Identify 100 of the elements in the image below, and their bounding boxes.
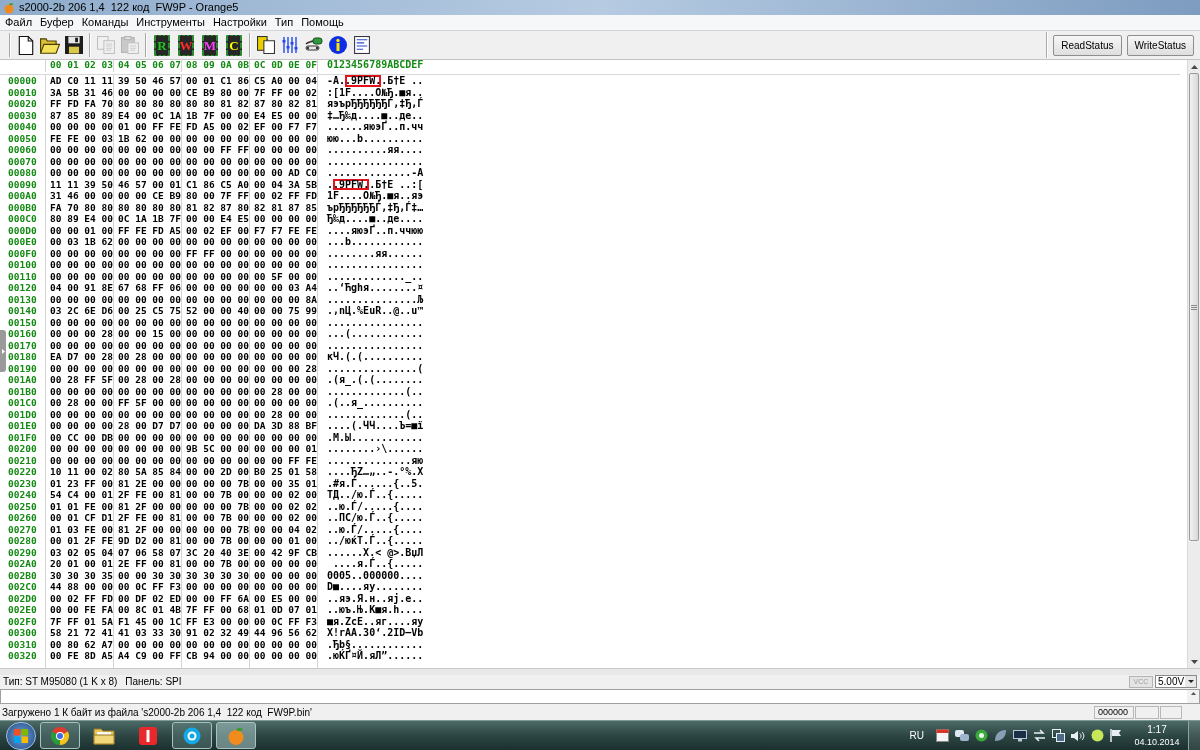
four-pane-flag-icon — [14, 728, 28, 743]
menu-item[interactable]: Тип — [270, 17, 298, 28]
hex-bytes: 03 02 05 04 — [50, 546, 113, 558]
hex-bytes: 00 00 00 00 — [254, 569, 317, 581]
hex-bytes: 67 68 FF 06 — [118, 282, 181, 293]
hex-bytes: 00 00 7B 00 — [186, 558, 249, 569]
menu-item[interactable]: Помощь — [297, 17, 348, 28]
document-lines-icon — [354, 36, 370, 54]
hex-bytes: 00 00 00 00 — [186, 638, 249, 650]
hex-bytes: FD A5 00 02 — [186, 121, 249, 132]
hex-bytes: FF FE FD A5 — [118, 224, 181, 236]
menu-item[interactable]: Буфер — [36, 17, 78, 28]
column-header: 0C 0D 0E 0F — [254, 59, 317, 70]
hex-bytes: 00 00 02 00 — [254, 512, 317, 523]
ascii-text: .Б†Е ..:[ — [369, 178, 424, 190]
caret-down-icon — [1187, 680, 1194, 683]
hex-bytes: 46 57 00 01 — [118, 178, 181, 190]
hex-bytes: 87 85 80 89 — [50, 109, 113, 121]
chip-and-page-icon — [257, 36, 275, 54]
hex-bytes: 00 00 00 00 — [118, 454, 181, 466]
hex-bytes: 00 00 E4 E5 — [186, 213, 249, 224]
hex-bytes: 9B 5C 00 00 — [186, 443, 249, 454]
hex-bytes: 03 2C 6E D6 — [50, 305, 113, 316]
hex-bytes: 00 00 00 00 — [254, 213, 317, 224]
hex-bytes: 00 00 00 00 — [118, 259, 181, 270]
hex-bytes: 00 00 00 00 — [254, 339, 317, 351]
hex-bytes: 00 00 00 00 — [186, 167, 249, 178]
hex-bytes: 00 00 00 00 — [50, 408, 113, 420]
info-button[interactable] — [326, 33, 350, 57]
language-indicator[interactable]: RU — [909, 730, 924, 741]
hex-bytes: 00 00 00 00 — [118, 293, 181, 305]
address-text: 00070 — [8, 155, 37, 167]
splitter-handle[interactable] — [0, 330, 6, 372]
chip-button[interactable]: C — [226, 34, 242, 56]
hex-bytes: 39 50 46 57 — [118, 75, 181, 86]
fruit-icon — [3, 1, 15, 14]
address-text: 002D0 — [8, 592, 37, 604]
status-button[interactable]: ReadStatus — [1053, 34, 1122, 56]
ascii-text: -А. — [327, 75, 346, 87]
hex-bytes: 00 00 00 00 — [50, 155, 113, 167]
address-text: 00090 — [8, 178, 37, 190]
address-text: 002B0 — [8, 569, 37, 581]
taskbar-app-button[interactable] — [172, 722, 212, 749]
address-text: 00110 — [8, 270, 37, 282]
clock[interactable]: 1:17 04.10.2014 — [1132, 723, 1182, 748]
address-text: 002E0 — [8, 604, 37, 615]
info-icon — [329, 36, 347, 54]
hex-bytes: 3A 5B 31 46 — [50, 86, 113, 98]
menu-item[interactable]: Файл — [1, 17, 37, 28]
hex-bytes: 00 00 AD C0 — [254, 167, 317, 178]
hex-bytes: 00 00 00 00 — [254, 144, 317, 155]
hex-bytes: 2F FE 00 81 — [118, 489, 181, 500]
status-button[interactable]: WriteStatus — [1126, 34, 1194, 56]
menu-item[interactable]: Настройки — [208, 17, 271, 28]
hex-bytes: 80 80 80 80 — [118, 98, 181, 109]
ascii-text: .Ђb§............ — [327, 638, 424, 650]
hex-bytes: C5 A0 00 04 — [254, 75, 317, 86]
hex-bytes: 00 00 00 00 — [254, 328, 317, 339]
hex-bytes: 81 82 87 80 — [186, 201, 249, 213]
chip-type-text: Тип: ST M95080 (1 K x 8) — [3, 676, 118, 687]
hex-bytes: 00 00 00 00 — [186, 132, 249, 144]
hex-bytes: 00 00 00 00 — [118, 408, 181, 420]
hex-bytes: F7 F7 FE FE — [254, 224, 317, 236]
address-text: 00220 — [8, 466, 37, 477]
hex-bytes: 81 2F 00 00 — [118, 523, 181, 535]
hex-bytes: 00 00 00 00 — [254, 316, 317, 328]
ascii-text: ■я.ZсE..яг....яу — [327, 615, 424, 627]
start-button[interactable] — [6, 721, 36, 750]
address-text: 00120 — [8, 282, 37, 293]
hex-bytes: 00 00 00 00 — [50, 420, 113, 431]
log-field[interactable] — [0, 689, 1200, 704]
address-text: 001F0 — [8, 431, 37, 443]
hex-bytes: 00 00 00 00 — [50, 293, 113, 305]
hex-bytes: 00 00 03 A4 — [254, 282, 317, 293]
show-desktop-button[interactable] — [1188, 721, 1200, 750]
hex-bytes: 54 C4 00 01 — [50, 489, 113, 500]
chip-button[interactable]: M — [202, 34, 218, 56]
hex-bytes: 00 0C FF F3 — [254, 615, 317, 627]
chip-button[interactable]: W — [178, 34, 194, 56]
menu-item[interactable]: Инструменты — [132, 17, 209, 28]
voltage-dropdown[interactable]: 5.00V — [1155, 675, 1197, 688]
ascii-text: ..............яю — [327, 454, 424, 466]
save-button[interactable] — [62, 33, 86, 57]
menu-item[interactable]: Команды — [77, 17, 133, 28]
hex-bytes: 20 01 00 01 — [50, 558, 113, 569]
address-text: 00210 — [8, 454, 37, 466]
address-text: 000D0 — [8, 224, 37, 236]
ascii-text: ..юъ.Њ.K■я.h.... — [327, 604, 424, 616]
ascii-text: ......X.< @>.BџЛ — [327, 546, 424, 558]
chip-config-button[interactable] — [254, 33, 278, 57]
address-text: 00280 — [8, 535, 37, 546]
hex-bytes: 00 02 EF 00 — [186, 224, 249, 236]
scrollbar-thumb[interactable] — [1189, 73, 1199, 541]
hex-bytes: 00 00 00 00 — [186, 431, 249, 443]
hex-bytes: E4 E5 00 00 — [254, 109, 317, 121]
vertical-scrollbar[interactable] — [1187, 60, 1200, 668]
chip-button[interactable]: R — [154, 34, 170, 56]
flag-icon — [1110, 729, 1122, 742]
address-text: 000E0 — [8, 236, 37, 247]
hex-bytes: F1 45 00 1C — [118, 615, 181, 627]
